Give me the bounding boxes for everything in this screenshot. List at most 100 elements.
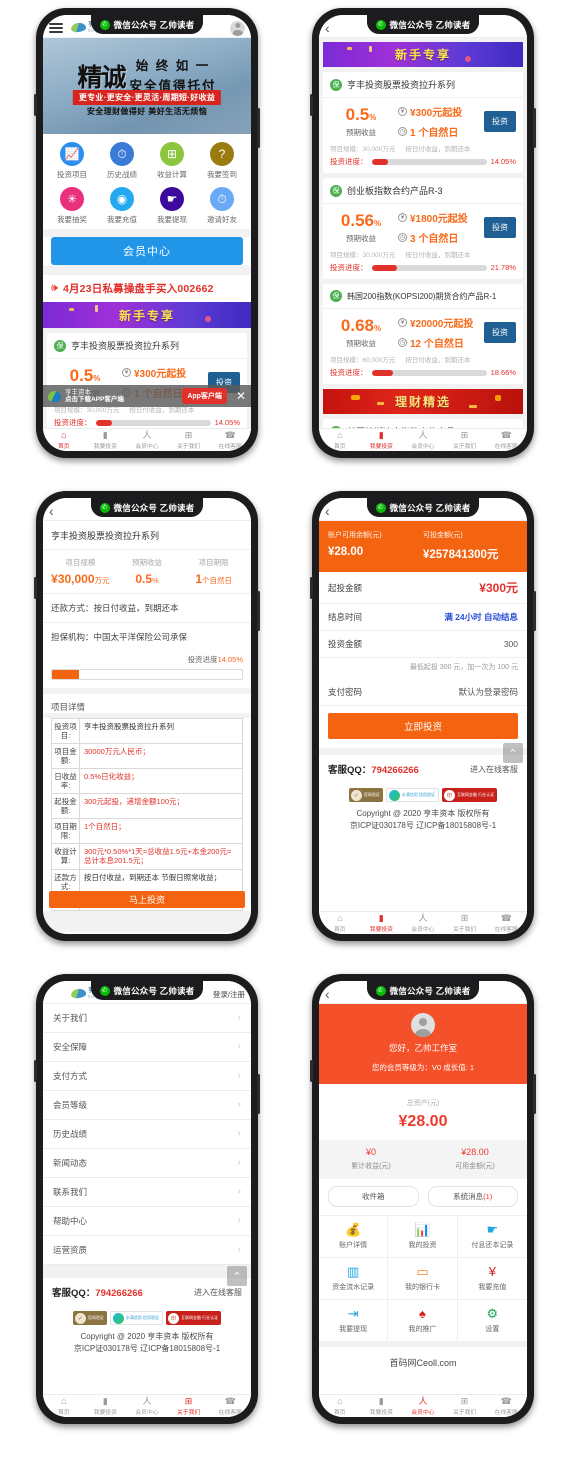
chevron-up-icon[interactable]: ⌃ [503, 743, 523, 763]
quick-action-withdraw[interactable]: ☛ 我要提现 [147, 187, 197, 225]
product-rate-unit: % [369, 112, 377, 122]
product-card[interactable]: 保 美国纳斯达克指数合约产品 [323, 419, 523, 428]
avatar-icon[interactable] [411, 1013, 435, 1037]
app-download-button[interactable]: App客户端 [182, 388, 227, 404]
grid-withdraw[interactable]: ⇥ 我要提现 [319, 1299, 389, 1341]
tab-about[interactable]: ⊞ 关于我们 [444, 913, 486, 933]
banner-newbie[interactable]: 新手专享 [43, 302, 251, 328]
tab-home[interactable]: ⌂ 首页 [319, 913, 361, 933]
product-card[interactable]: 保 亨丰投资股票投资拉升系列 0.5% 预期收益 ¥¥300元起投 ◷1 个自然… [323, 72, 523, 173]
grid-promotion[interactable]: ♠ 我的推广 [388, 1299, 458, 1341]
tab-member[interactable]: 人会员中心 [402, 430, 444, 450]
bank-card-icon: ▭ [416, 1264, 429, 1279]
tab-service[interactable]: ☎ 在线客服 [485, 1396, 527, 1416]
quick-action-history[interactable]: ⏱ 历史战绩 [97, 142, 147, 180]
tab-service[interactable]: ☎ 在线客服 [485, 913, 527, 933]
list-item[interactable]: 会员等级 › [43, 1091, 251, 1120]
quick-action-invite[interactable]: ⏱ 邀请好友 [197, 187, 247, 225]
grid-icon: ⊞ [184, 429, 193, 440]
grid-repayment-record[interactable]: ☛ 付息还本记录 [457, 1215, 527, 1257]
tab-service[interactable]: ☎ 在线客服 [209, 430, 251, 450]
tab-about[interactable]: ⊞ 关于我们 [168, 429, 210, 450]
tab-home[interactable]: ⌂ 首页 [43, 430, 85, 450]
notice-bar[interactable]: 🕪 4月23日私募操盘手买入002662 [43, 274, 251, 302]
grid-fund-flow[interactable]: ▥ 资金流水记录 [319, 1257, 389, 1299]
product-card[interactable]: 保 亨丰投资股票投资拉升系列 0.5% 预期收益 ¥¥300元起投 ◷1 个自然… [47, 333, 247, 428]
back-icon[interactable]: ‹ [325, 504, 330, 518]
banner-newbie[interactable]: 新手专享 [323, 42, 523, 67]
tab-member[interactable]: 人会员中心 [402, 913, 444, 933]
history-record-icon: ⏱ [110, 142, 134, 166]
list-item[interactable]: 支付方式 › [43, 1062, 251, 1091]
chevron-up-icon[interactable]: ⌃ [227, 1266, 247, 1286]
row-invest-amount[interactable]: 投资金额 300 [319, 631, 527, 658]
phone-cell-6: ✆ 微信公众号 乙帅读者 ‹ 您好，乙帅工作室 您的会员等级为：V0 成长值: … [288, 974, 558, 1454]
tab-service[interactable]: ☎ 在线客服 [209, 1396, 251, 1416]
tab-home[interactable]: ⌂ 首页 [319, 430, 361, 450]
hamburger-icon[interactable] [49, 23, 63, 33]
progress-percent: 18.66% [490, 368, 516, 377]
pay-password-input[interactable]: 默认为登录密码 [458, 686, 518, 698]
avatar-icon[interactable] [230, 20, 245, 36]
inbox-button[interactable]: 收件箱 [328, 1186, 419, 1207]
submit-invest-button[interactable]: 立即投资 [328, 713, 518, 739]
tab-service[interactable]: ☎ 在线客服 [485, 430, 527, 450]
quick-action-recharge[interactable]: ◉ 我要充值 [97, 187, 147, 225]
list-item[interactable]: 联系我们 › [43, 1178, 251, 1207]
grid-account-detail[interactable]: 💰 账户详情 [319, 1215, 389, 1257]
grid-recharge[interactable]: ¥ 我要充值 [457, 1257, 527, 1299]
back-icon[interactable]: ‹ [325, 21, 330, 35]
grid-settings[interactable]: ⚙ 设置 [457, 1299, 527, 1341]
tab-member[interactable]: 人会员中心 [126, 430, 168, 450]
list-item[interactable]: 安全保障 › [43, 1033, 251, 1062]
list-item[interactable]: 历史战绩 › [43, 1120, 251, 1149]
invest-button[interactable]: 投资 [484, 322, 516, 343]
row-pay-password[interactable]: 支付密码 默认为登录密码 [319, 679, 527, 706]
grid-bank-card[interactable]: ▭ 我的银行卡 [388, 1257, 458, 1299]
app-download-bar[interactable]: 亨丰资本 点击下载APP客户端 App客户端 ✕ [43, 385, 251, 407]
tab-home[interactable]: ⌂ 首页 [319, 1395, 361, 1416]
tab-member[interactable]: 人会员中心 [126, 1396, 168, 1416]
online-service-link[interactable]: 进入在线客服 [194, 1287, 242, 1298]
tab-invest[interactable]: ▮ 我要投资 [85, 1396, 127, 1416]
banner-title: 新手专享 [118, 308, 175, 323]
online-service-link[interactable]: 进入在线客服 [470, 764, 518, 775]
quick-action-profit-calc[interactable]: ⊞ 收益计算 [147, 142, 197, 180]
tab-member[interactable]: 人会员中心 [402, 1396, 444, 1416]
invest-button[interactable]: 投资 [484, 111, 516, 132]
clock-icon: ◷ [398, 127, 407, 136]
list-item[interactable]: 帮助中心 › [43, 1207, 251, 1236]
back-icon[interactable]: ‹ [325, 987, 330, 1001]
banner-featured[interactable]: 理财精选 [323, 389, 523, 414]
quick-action-lottery[interactable]: ✳ 我要抽奖 [47, 187, 97, 225]
login-register-link[interactable]: 登录/注册 [213, 989, 245, 1000]
quick-action-check-in[interactable]: ? 我要签到 [197, 142, 247, 180]
list-item[interactable]: 运营资质 › [43, 1236, 251, 1265]
invest-now-button[interactable]: 马上投资 [49, 891, 245, 908]
member-center-button[interactable]: 会员中心 [51, 237, 243, 265]
list-item[interactable]: 关于我们 › [43, 1004, 251, 1033]
tab-invest[interactable]: ▮ 我要投资 [85, 430, 127, 450]
grid-my-invest[interactable]: 📊 我的投资 [388, 1215, 458, 1257]
tab-home[interactable]: ⌂ 首页 [43, 1395, 85, 1416]
quick-action-invest-projects[interactable]: 📈 投资项目 [47, 142, 97, 180]
invest-button[interactable]: 投资 [484, 217, 516, 238]
phone-cell-5: ✆ 微信公众号 乙帅读者 亨丰资本 hengfeng ziben 专业理财平台值… [12, 974, 282, 1454]
tab-invest[interactable]: ▮ 我要投资 [361, 913, 403, 933]
grid-icon: ⊞ [460, 429, 469, 440]
close-icon[interactable]: ✕ [236, 390, 246, 402]
summary-value: ¥28.00 [461, 1147, 489, 1157]
home-icon: ⌂ [337, 1395, 343, 1406]
back-icon[interactable]: ‹ [49, 504, 54, 518]
tab-about[interactable]: ⊞ 关于我们 [444, 1396, 486, 1416]
list-item[interactable]: 新闻动态 › [43, 1149, 251, 1178]
tab-about[interactable]: ⊞ 关于我们 [444, 429, 486, 450]
invest-amount-input[interactable]: 300 [504, 639, 518, 649]
product-card[interactable]: 保 韩国200指数(KOPSI200)期货合约产品R-1 0.68% 预期收益 … [323, 284, 523, 384]
product-card[interactable]: 保 创业板指数合约产品R-3 0.56% 预期收益 ¥ ¥1800元起投 ◷ 3 个… [323, 178, 523, 279]
tab-about[interactable]: ⊞ 关于我们 [168, 1396, 210, 1416]
system-message-button[interactable]: 系统消息(1) [427, 1186, 518, 1207]
tab-invest[interactable]: ▮ 我要投资 [361, 1396, 403, 1416]
tab-invest[interactable]: ▮ 我要投资 [361, 430, 403, 450]
home-icon: ⌂ [61, 1395, 67, 1406]
